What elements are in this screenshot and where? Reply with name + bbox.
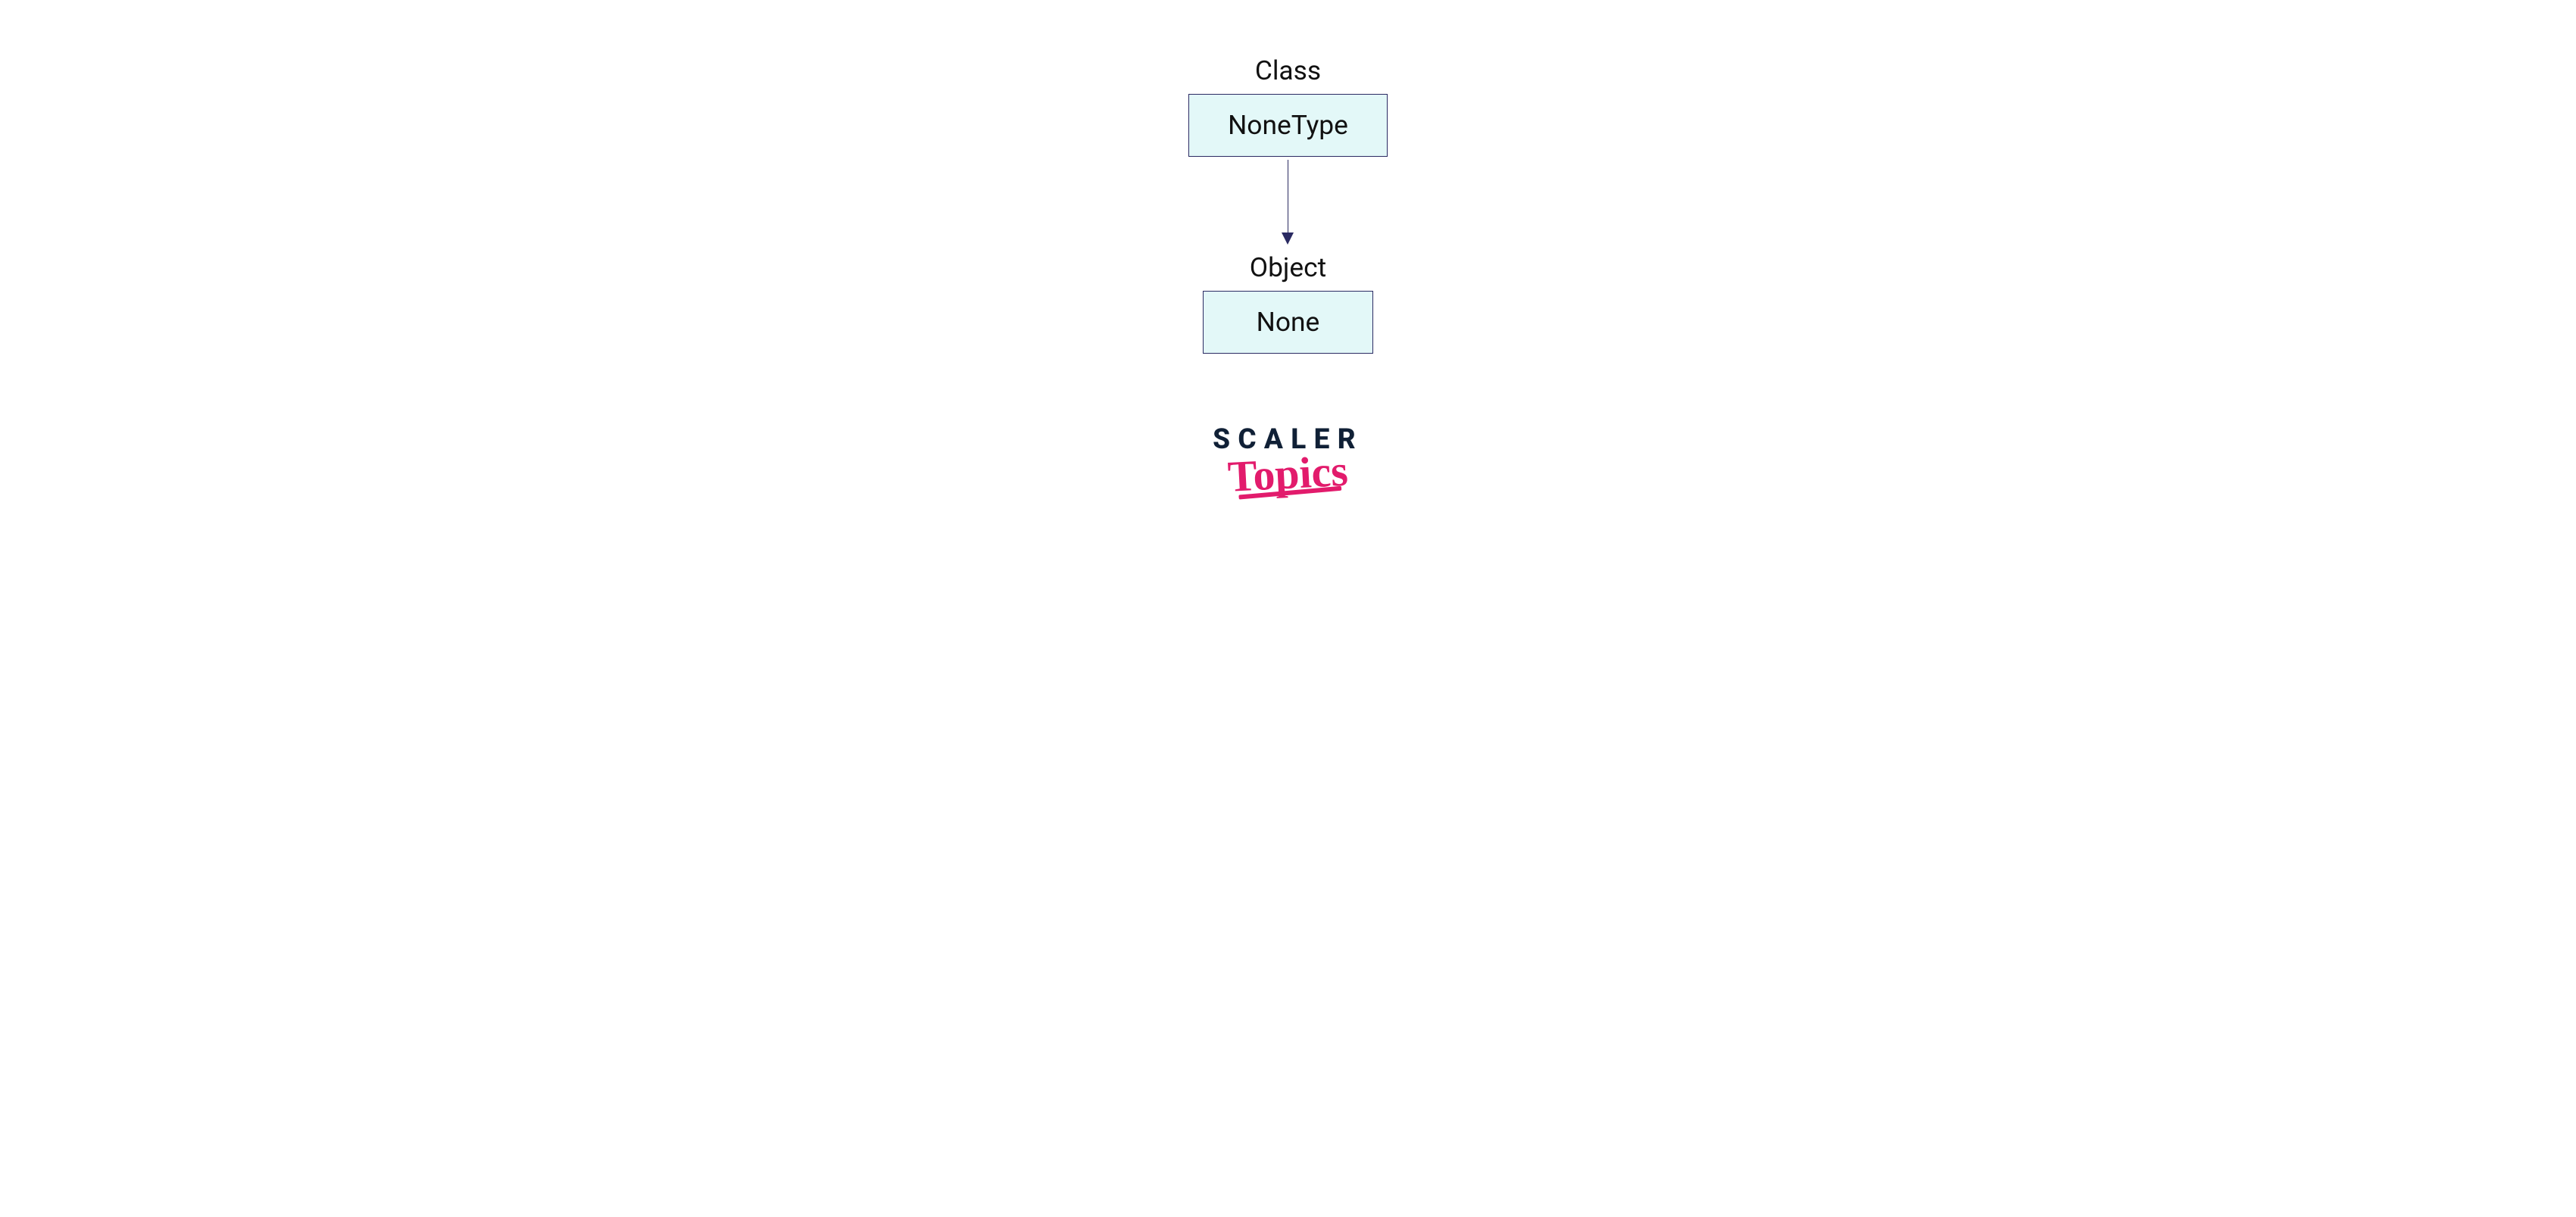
class-box-nonetype: NoneType (1188, 94, 1388, 157)
class-caption: Class (1255, 55, 1321, 86)
diagram-canvas: Class NoneType Object None SCALER Topics (0, 0, 2576, 1217)
object-caption: Object (1250, 251, 1326, 283)
scaler-topics-logo: SCALER Topics (1213, 426, 1363, 498)
object-box-none: None (1203, 291, 1373, 354)
class-object-diagram: Class NoneType Object None (1188, 55, 1388, 353)
brand-word-topics: Topics (1227, 449, 1349, 499)
arrow-down-icon (1282, 160, 1294, 244)
arrow-head (1282, 232, 1294, 245)
